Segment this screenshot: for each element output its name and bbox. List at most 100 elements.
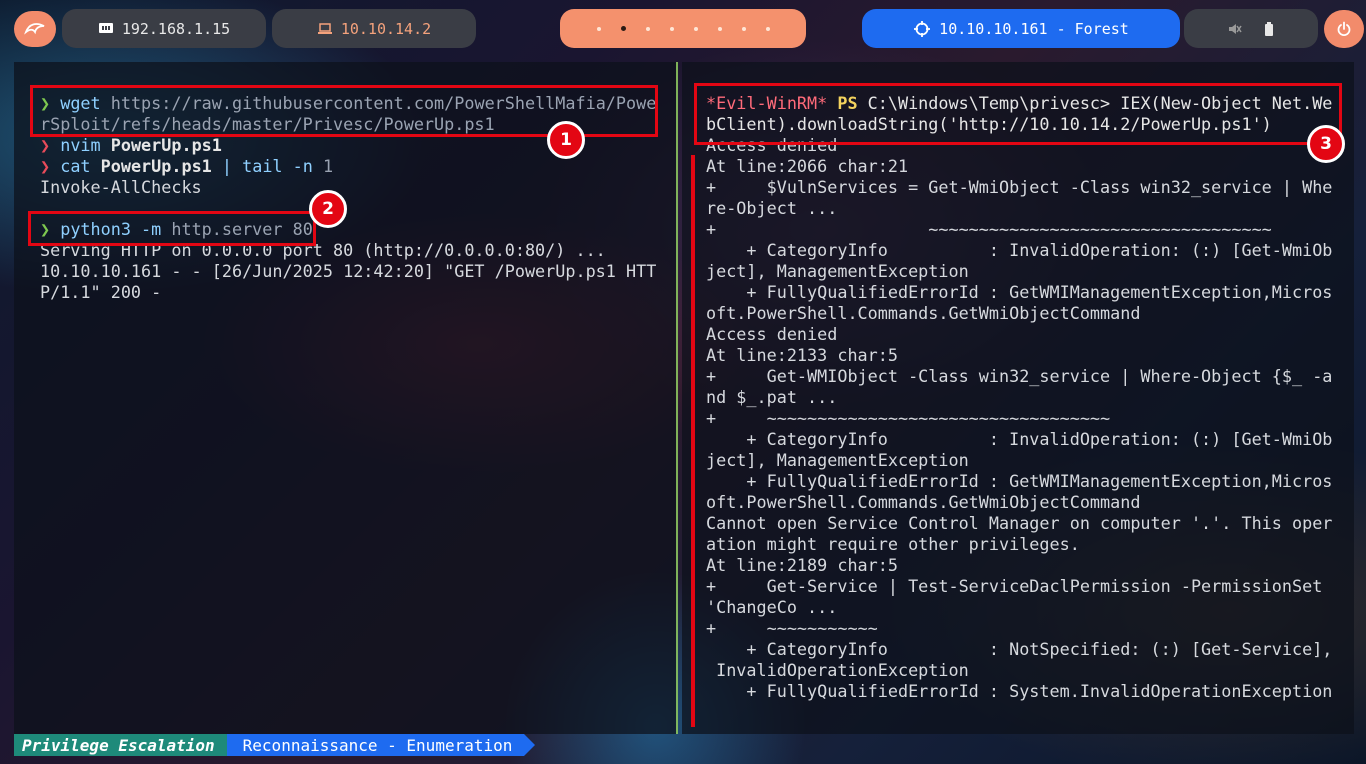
right-terminal-line: re-Object ... <box>706 198 1332 219</box>
target-widget[interactable]: 10.10.10.161 - Forest <box>862 9 1180 48</box>
vpn-ip-widget[interactable]: 10.10.14.2 <box>272 9 476 48</box>
right-terminal-line: oft.PowerShell.Commands.GetWmiObjectComm… <box>706 492 1332 513</box>
right-terminal-line: At line:2133 char:5 <box>706 345 1332 366</box>
target-label: 10.10.10.161 - Forest <box>939 19 1129 38</box>
status-segment-session[interactable]: Privilege Escalation <box>14 734 238 756</box>
right-terminal-line: At line:2066 char:21 <box>706 156 1332 177</box>
pane-divider[interactable] <box>676 62 678 734</box>
distro-logo-button[interactable] <box>14 11 56 47</box>
left-terminal-line: 10.10.10.161 - - [26/Jun/2025 12:42:20] … <box>40 261 656 282</box>
left-terminal-text: tail <box>242 156 293 176</box>
left-terminal-text: PowerUp.ps1 <box>110 135 222 155</box>
right-terminal-text: InvalidOperationException <box>706 660 969 680</box>
right-terminal-text: + FullyQualifiedErrorId : GetWMIManageme… <box>706 471 1333 491</box>
right-terminal-text: 'ChangeCo ... <box>706 597 838 617</box>
annotation-badge-2: 2 <box>309 190 347 228</box>
right-terminal-line: + FullyQualifiedErrorId : System.Invalid… <box>706 681 1332 702</box>
kali-dragon-icon <box>24 20 46 38</box>
right-terminal-text: ject], ManagementException <box>706 261 969 281</box>
annotation-output-bracket <box>691 155 695 727</box>
right-terminal-line: ject], ManagementException <box>706 261 1332 282</box>
left-terminal-line: Invoke-AllChecks <box>40 177 656 198</box>
tmux-status-bar: Privilege Escalation Reconnaissance - En… <box>14 734 536 756</box>
local-ip-label: 192.168.1.15 <box>121 19 231 38</box>
right-terminal-text: ation might require other privileges. <box>706 534 1080 554</box>
right-terminal-text: Access denied <box>706 324 838 344</box>
right-terminal-text: At line:2066 char:21 <box>706 156 909 176</box>
right-terminal-line: + CategoryInfo : NotSpecified: (:) [Get-… <box>706 639 1332 660</box>
workspace-dot-8[interactable] <box>765 26 770 31</box>
left-terminal-line: ❯ cat PowerUp.ps1 | tail -n 1 <box>40 156 656 177</box>
left-terminal-text: | <box>221 156 243 176</box>
left-terminal-text: 1 <box>322 156 334 176</box>
left-terminal-text: PowerUp.ps1 <box>100 156 222 176</box>
annotation-box-iex <box>694 83 1342 145</box>
left-terminal-text: -n <box>292 156 323 176</box>
right-terminal-text: oft.PowerShell.Commands.GetWmiObjectComm… <box>706 492 1141 512</box>
system-tray <box>1184 9 1318 48</box>
left-terminal-text: P/1.1" 200 - <box>40 282 162 302</box>
left-terminal-pane[interactable]: ❯ wget https://raw.githubusercontent.com… <box>14 62 676 734</box>
workspace-dot-5[interactable] <box>693 26 698 31</box>
left-terminal-text: ❯ <box>40 135 61 155</box>
right-terminal-line: Cannot open Service Control Manager on c… <box>706 513 1332 534</box>
right-terminal-line: + FullyQualifiedErrorId : GetWMIManageme… <box>706 471 1332 492</box>
workspace-dot-6[interactable] <box>717 26 722 31</box>
local-ip-widget[interactable]: 192.168.1.15 <box>62 9 266 48</box>
right-terminal-text: + FullyQualifiedErrorId : System.Invalid… <box>706 681 1333 701</box>
right-terminal-text: Cannot open Service Control Manager on c… <box>706 513 1333 533</box>
right-terminal-line: + CategoryInfo : InvalidOperation: (:) [… <box>706 429 1332 450</box>
right-terminal-line: + ~~~~~~~~~~~~~~~~~~~~~~~~~~~~~~~~~~ <box>706 219 1332 240</box>
right-terminal-text: oft.PowerShell.Commands.GetWmiObjectComm… <box>706 303 1141 323</box>
battery-icon[interactable] <box>1264 21 1274 36</box>
right-terminal-pane[interactable]: *Evil-WinRM* PS C:\Windows\Temp\privesc>… <box>682 62 1354 734</box>
workspace-indicator[interactable] <box>560 9 806 48</box>
workspace-dot-4[interactable] <box>669 26 674 31</box>
annotation-badge-1: 1 <box>547 121 585 159</box>
right-terminal-text: + Get-WMIObject -Class win32_service | W… <box>706 366 1333 386</box>
power-icon <box>1336 21 1352 37</box>
right-terminal-text: + ~~~~~~~~~~~ <box>706 618 878 638</box>
right-terminal-text: + ~~~~~~~~~~~~~~~~~~~~~~~~~~~~~~~~~~ <box>706 219 1272 239</box>
right-terminal-line: oft.PowerShell.Commands.GetWmiObjectComm… <box>706 303 1332 324</box>
right-terminal-text: nd $_.pat ... <box>706 387 838 407</box>
workspace-dot-3[interactable] <box>645 26 650 31</box>
right-terminal-line: Access denied <box>706 324 1332 345</box>
right-terminal-line: ation might require other privileges. <box>706 534 1332 555</box>
laptop-icon <box>317 22 333 35</box>
power-button[interactable] <box>1324 10 1364 48</box>
left-terminal-text: nvim <box>60 135 111 155</box>
right-terminal-line: 'ChangeCo ... <box>706 597 1332 618</box>
workspace-dot-2[interactable] <box>620 26 626 31</box>
annotation-box-http-server <box>28 211 316 246</box>
right-terminal-line: InvalidOperationException <box>706 660 1332 681</box>
annotation-badge-3: 3 <box>1307 125 1345 163</box>
right-terminal-line: At line:2189 char:5 <box>706 555 1332 576</box>
right-terminal-output: *Evil-WinRM* PS C:\Windows\Temp\privesc>… <box>706 93 1332 702</box>
right-terminal-text: ject], ManagementException <box>706 450 969 470</box>
right-terminal-line: + $VulnServices = Get-WmiObject -Class w… <box>706 177 1332 198</box>
status-segment-window[interactable]: Reconnaissance - Enumeration <box>226 734 536 756</box>
right-terminal-text: + CategoryInfo : InvalidOperation: (:) [… <box>706 240 1333 260</box>
vpn-ip-label: 10.10.14.2 <box>340 19 432 38</box>
right-terminal-text: re-Object ... <box>706 198 838 218</box>
workspace-dot-7[interactable] <box>741 26 746 31</box>
workspace-dot-1[interactable] <box>596 26 601 31</box>
left-terminal-line: P/1.1" 200 - <box>40 282 656 303</box>
right-terminal-text: At line:2189 char:5 <box>706 555 898 575</box>
ethernet-icon <box>98 22 114 36</box>
left-terminal-text: Invoke-AllChecks <box>40 177 202 197</box>
right-terminal-line: + FullyQualifiedErrorId : GetWMIManageme… <box>706 282 1332 303</box>
right-terminal-text: + CategoryInfo : InvalidOperation: (:) [… <box>706 429 1333 449</box>
right-terminal-line: nd $_.pat ... <box>706 387 1332 408</box>
right-terminal-line: ject], ManagementException <box>706 450 1332 471</box>
right-terminal-text: + $VulnServices = Get-WmiObject -Class w… <box>706 177 1333 197</box>
right-terminal-text: + ~~~~~~~~~~~~~~~~~~~~~~~~~~~~~~~~~~ <box>706 408 1111 428</box>
volume-muted-icon[interactable] <box>1228 22 1242 36</box>
right-terminal-text: + Get-Service | Test-ServiceDaclPermissi… <box>706 576 1323 596</box>
left-terminal-text: ❯ <box>40 156 61 176</box>
left-terminal-text: 10.10.10.161 - - [26/Jun/2025 12:42:20] … <box>40 261 657 281</box>
crosshair-icon <box>913 20 931 38</box>
right-terminal-line: + ~~~~~~~~~~~ <box>706 618 1332 639</box>
top-bar: 192.168.1.15 10.10.14.2 10.10.10.161 - F… <box>0 0 1366 58</box>
